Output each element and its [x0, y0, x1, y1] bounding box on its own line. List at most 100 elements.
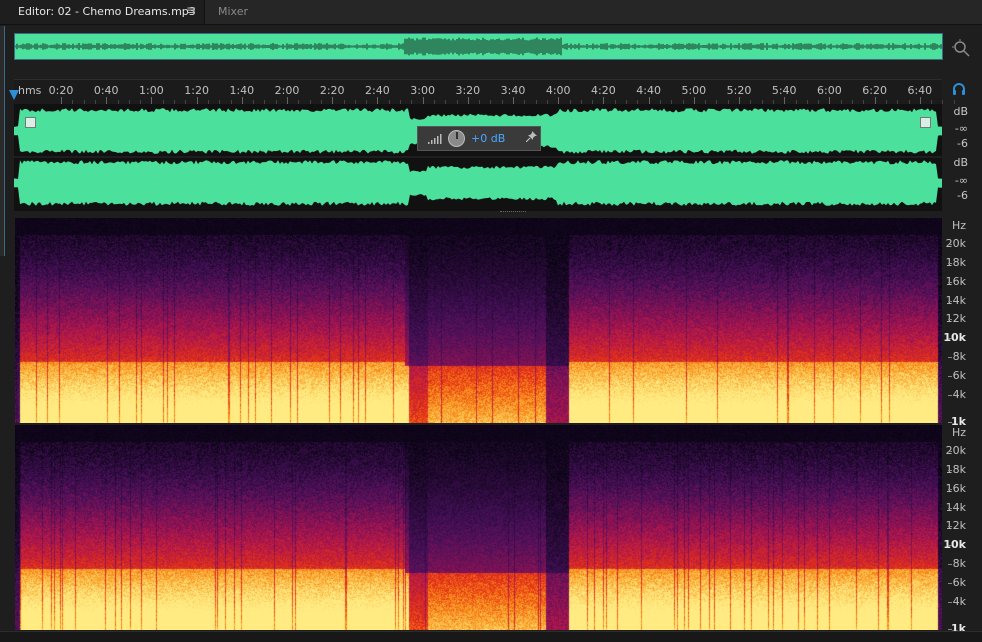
- panel-edge: [0, 26, 5, 256]
- hz-tick: [948, 545, 952, 546]
- hz-tick-label: 6k: [952, 576, 966, 589]
- ruler-time-label: 4:40: [636, 84, 661, 97]
- spectrogram-left: [15, 218, 942, 423]
- hz-tick-label: 8k: [952, 557, 966, 570]
- hz-tick: [948, 526, 952, 527]
- ruler-major-tick: [829, 97, 831, 104]
- ch2-neg6-label: -6: [957, 189, 968, 202]
- hz-tick: [948, 564, 952, 565]
- frequency-scale-left: Hz 20k 18k 16k 14k 12k 10k 8k 6k 4k 1k: [943, 218, 982, 428]
- tab-mixer[interactable]: Mixer: [206, 0, 266, 24]
- hz-unit-label: Hz: [951, 219, 966, 232]
- ruler-time-label: 2:00: [274, 84, 300, 97]
- ruler-major-tick: [196, 97, 198, 104]
- tab-mixer-label: Mixer: [218, 5, 249, 18]
- hz-tick: [948, 508, 952, 509]
- hz-tick: [948, 338, 952, 339]
- ruler-major-tick: [61, 97, 62, 104]
- overview-waveform-graphic: [15, 37, 942, 56]
- ruler-major-tick: [603, 97, 605, 104]
- hz-tick: [948, 629, 952, 630]
- hz-tick: [948, 319, 952, 320]
- ruler-major-tick: [241, 97, 243, 104]
- ruler-time-label: 1:40: [229, 84, 255, 97]
- hz-tick: [948, 422, 952, 423]
- hz-tick-label: 6k: [952, 369, 966, 382]
- headphones-icon[interactable]: [952, 82, 966, 100]
- time-ruler[interactable]: hms 0:20 0:40 1:00 1:20 1:40 2:00 2:20 2:40 3:00…: [14, 79, 955, 105]
- ruler-major-tick: [693, 97, 695, 104]
- fade-in-handle[interactable]: [25, 117, 36, 128]
- ruler-time-label: 3:00: [410, 84, 435, 97]
- hz-tick-label: 8k: [952, 350, 966, 363]
- ruler-time-label: 6:00: [817, 84, 842, 97]
- hz-unit-label: Hz: [951, 426, 966, 439]
- hz-tick: [948, 489, 952, 490]
- ruler-major-tick: [648, 97, 650, 104]
- spectral-display-left-channel[interactable]: [15, 218, 942, 423]
- fade-out-handle[interactable]: [920, 117, 931, 128]
- ruler-unit-label: hms: [18, 84, 42, 97]
- ruler-time-label: 2:40: [365, 84, 390, 97]
- hz-tick: [948, 282, 952, 283]
- status-strip: [0, 631, 982, 642]
- hz-tick-label: 10k: [943, 331, 966, 344]
- volume-value: +0 dB: [471, 132, 506, 145]
- tab-editor[interactable]: Editor: 02 - Chemo Dreams.mp3 ≡: [0, 0, 205, 24]
- volume-hud[interactable]: +0 dB: [417, 126, 541, 151]
- hz-tick: [948, 395, 952, 396]
- spectral-display-right-channel[interactable]: [15, 425, 942, 630]
- spectrogram-right: [15, 425, 942, 630]
- ruler-time-label: 6:40: [907, 84, 933, 97]
- tab-menu-icon[interactable]: ≡: [186, 3, 196, 17]
- ruler-time-label: 5:00: [681, 84, 707, 97]
- hz-tick: [948, 470, 952, 471]
- ruler-time-label: 0:20: [48, 84, 74, 97]
- ruler-major-tick: [332, 97, 334, 104]
- hz-tick: [948, 602, 952, 603]
- hz-tick: [948, 376, 952, 377]
- hz-tick: [948, 263, 952, 264]
- ruler-major-tick: [739, 97, 740, 104]
- ruler-time-label: 5:20: [726, 84, 752, 97]
- waveform-display[interactable]: [14, 104, 942, 211]
- hz-tick: [948, 451, 952, 452]
- ruler-major-tick: [919, 97, 921, 104]
- frequency-scale-right: Hz 20k 18k 16k 14k 12k 10k 8k 6k 4k 1k: [943, 425, 982, 635]
- ruler-time-label: 4:20: [591, 84, 616, 97]
- ruler-major-tick: [513, 97, 514, 104]
- zoom-navigator-icon[interactable]: [951, 38, 971, 58]
- pin-icon[interactable]: [525, 131, 537, 145]
- ruler-major-tick: [874, 97, 876, 104]
- hz-tick: [948, 357, 952, 358]
- hz-tick-label: 4k: [952, 388, 966, 401]
- ruler-time-label: 6:20: [862, 84, 887, 97]
- waveform-graphic: [14, 108, 942, 206]
- ruler-major-tick: [784, 97, 786, 104]
- ruler-time-label: 3:20: [455, 84, 481, 97]
- panel-divider-grip[interactable]: [500, 211, 526, 215]
- ruler-time-label: 5:40: [771, 84, 797, 97]
- ch1-inf-label: -∞: [954, 122, 968, 135]
- hz-tick: [948, 301, 952, 302]
- ruler-time-label: 1:00: [139, 84, 164, 97]
- amplitude-scale: dB -∞ -6 dB -∞ -6: [940, 104, 982, 211]
- ch2-db-label: dB: [953, 156, 968, 169]
- hz-tick: [948, 244, 952, 245]
- playhead-marker[interactable]: [9, 90, 19, 100]
- ruler-time-label: 0:40: [93, 84, 119, 97]
- ruler-major-tick: [467, 97, 469, 104]
- overview-waveform[interactable]: [14, 33, 943, 60]
- ch1-db-label: dB: [953, 105, 968, 118]
- volume-knob[interactable]: [448, 130, 465, 147]
- ruler-major-tick: [422, 97, 424, 104]
- ruler-major-tick: [377, 97, 379, 104]
- hz-tick: [948, 583, 952, 584]
- ruler-major-tick: [151, 97, 153, 104]
- ruler-major-tick: [558, 97, 560, 104]
- tab-editor-label: Editor: 02 - Chemo Dreams.mp3: [18, 5, 196, 18]
- ruler-time-label: 1:20: [184, 84, 209, 97]
- level-meter-icon: [428, 134, 442, 144]
- hz-tick-label: 4k: [952, 595, 966, 608]
- ch2-inf-label: -∞: [954, 174, 968, 187]
